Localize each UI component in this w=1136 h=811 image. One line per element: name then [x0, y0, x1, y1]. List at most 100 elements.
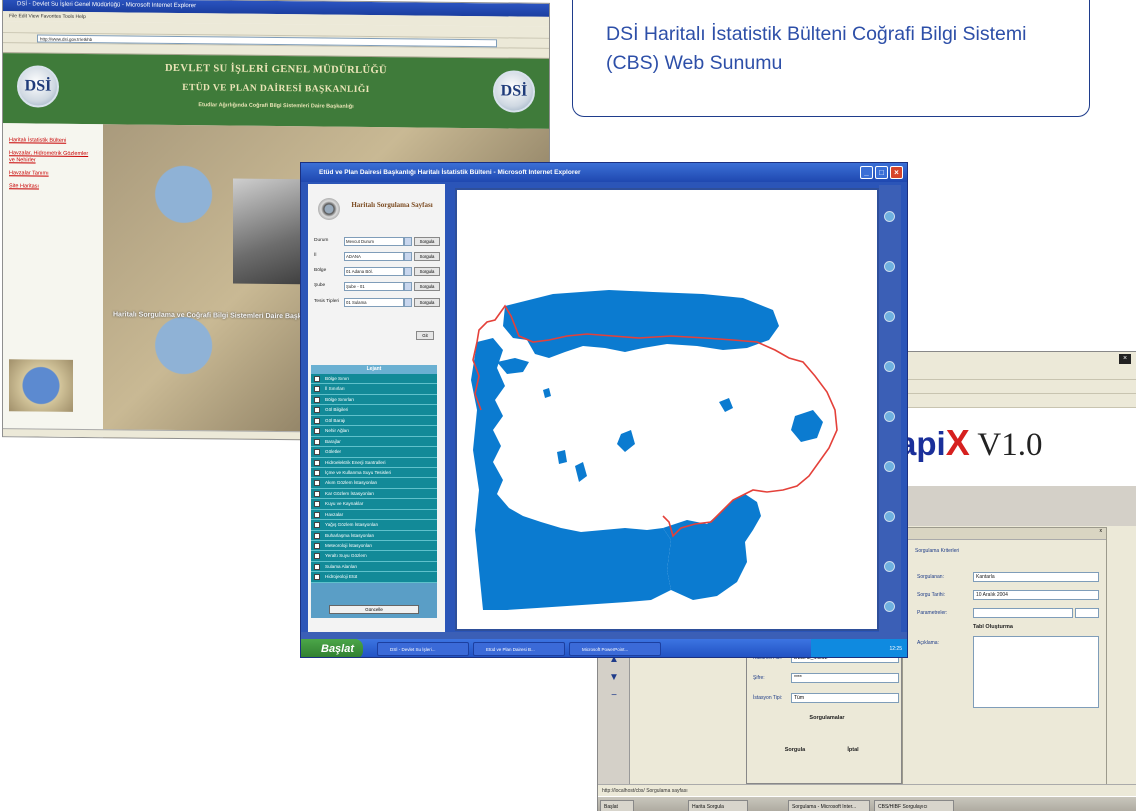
- sidebar-link-2[interactable]: Havzalar Tanımı: [9, 170, 95, 178]
- row-query-button[interactable]: Sorgula: [414, 267, 440, 276]
- legend-checkbox[interactable]: [314, 522, 320, 529]
- map-tool-icon[interactable]: [884, 601, 895, 612]
- map-tool-icon[interactable]: [884, 361, 895, 372]
- taskbar-item-2[interactable]: Microsoft PowerPoint...: [569, 642, 661, 656]
- minimize-icon[interactable]: _: [860, 166, 873, 179]
- sidebar-link-0[interactable]: Haritalı İstatistik Bülteni: [9, 137, 95, 145]
- legend-checkbox[interactable]: [314, 428, 320, 435]
- legend-item[interactable]: Meteoroloji İstasyonları: [311, 541, 437, 552]
- legend-item[interactable]: Göl Bilgileri: [311, 405, 437, 416]
- legend-item[interactable]: Hidroelektrik Enerji Santralleri: [311, 457, 437, 468]
- row-query-button[interactable]: Sorgula: [414, 252, 440, 261]
- dropdown-icon[interactable]: [404, 237, 412, 246]
- dropdown-icon[interactable]: [404, 267, 412, 276]
- legend-checkbox[interactable]: [314, 376, 320, 382]
- map-frame[interactable]: [455, 188, 879, 631]
- map-tool-icon[interactable]: [884, 411, 895, 422]
- query-button[interactable]: Sorgula: [773, 743, 817, 757]
- map-tool-icon[interactable]: [884, 261, 895, 272]
- form-param-button[interactable]: [1075, 608, 1099, 618]
- map-tool-icon[interactable]: [884, 311, 895, 322]
- sidebar-link-3[interactable]: Site Haritası: [9, 183, 95, 191]
- legend-checkbox[interactable]: [314, 480, 320, 487]
- legend-item[interactable]: Akım Gözlem İstasyonları: [311, 478, 437, 489]
- legend-item-label: Akım Gözlem İstasyonları: [325, 480, 378, 486]
- legend-checkbox[interactable]: [314, 543, 320, 549]
- legend-item[interactable]: Barajlar: [311, 436, 437, 448]
- globe-thumbnail[interactable]: [9, 359, 73, 412]
- pan-down-icon[interactable]: ▼: [606, 672, 622, 684]
- login-field-3[interactable]: Tüm: [791, 693, 899, 703]
- legend-checkbox[interactable]: [314, 553, 320, 560]
- legend-checkbox[interactable]: [314, 449, 320, 456]
- maximize-icon[interactable]: □: [875, 166, 888, 179]
- dropdown-icon[interactable]: [404, 298, 412, 307]
- close-icon[interactable]: ×: [1119, 354, 1131, 364]
- cancel-button[interactable]: İptal: [831, 743, 875, 757]
- form-textarea[interactable]: [973, 636, 1099, 708]
- legend-item[interactable]: Hidrojeoloji Etüt: [311, 572, 437, 583]
- dropdown-icon[interactable]: [404, 252, 412, 261]
- legend-item[interactable]: Göletler: [311, 447, 437, 458]
- row-select[interactable]: 01 Sulama: [344, 298, 404, 307]
- taskbar-item-0[interactable]: DSİ - Devlet Su İşleri...: [377, 642, 469, 656]
- login-field-2[interactable]: ****: [791, 673, 899, 683]
- legend-checkbox[interactable]: [314, 490, 320, 497]
- legend-checkbox[interactable]: [314, 563, 320, 570]
- row-select[interactable]: ADANA: [344, 252, 404, 261]
- dropdown-icon[interactable]: [404, 282, 412, 291]
- start-button[interactable]: Başlat: [301, 639, 363, 657]
- sorgulamalar-link[interactable]: Sorgulamalar: [797, 711, 857, 725]
- legend-checkbox[interactable]: [314, 438, 320, 445]
- form-field-3[interactable]: [973, 608, 1073, 618]
- map-tool-icon[interactable]: [884, 561, 895, 572]
- login-label-3: İstasyon Tipi:: [753, 695, 783, 701]
- turkey-map[interactable]: [457, 190, 877, 629]
- row-query-button[interactable]: Sorgula: [414, 237, 440, 246]
- legend-item[interactable]: Yeraltı Suyu Gözlem: [311, 551, 437, 562]
- form-date-select[interactable]: 10 Aralık 2004: [973, 590, 1099, 600]
- legend-checkbox[interactable]: [314, 459, 320, 466]
- legend-checkbox[interactable]: [314, 469, 320, 476]
- legend-item[interactable]: İl Sınırları: [311, 384, 437, 395]
- legend-checkbox[interactable]: [314, 417, 320, 424]
- legend-checkbox[interactable]: [314, 511, 320, 518]
- zoom-out-icon[interactable]: −: [606, 690, 622, 702]
- legend-checkbox[interactable]: [314, 532, 320, 539]
- legend-checkbox[interactable]: [314, 396, 320, 403]
- legend-item[interactable]: Nehir Ağları: [311, 426, 437, 437]
- row-select[interactable]: Şube - 01: [344, 282, 404, 291]
- row-query-button[interactable]: Sorgula: [414, 298, 440, 307]
- legend-checkbox[interactable]: [314, 574, 320, 581]
- marmara-sea: [497, 358, 529, 374]
- form-field-1[interactable]: Kantarla: [973, 572, 1099, 582]
- row-query-button[interactable]: Sorgula: [414, 282, 440, 291]
- legend-item[interactable]: Havzalar: [311, 509, 437, 521]
- app-task-2[interactable]: Sorgulama - Microsoft Inter...: [788, 800, 870, 811]
- taskbar-item-1[interactable]: Etüd ve Plan Dairesi B...: [473, 642, 565, 656]
- legend-item[interactable]: Bölge Sınırları: [311, 394, 437, 406]
- app-start-button[interactable]: Başlat: [600, 800, 634, 811]
- legend-item[interactable]: İçme ve Kullanma Suyu Tesisleri: [311, 467, 437, 479]
- map-tool-icon[interactable]: [884, 461, 895, 472]
- legend-checkbox[interactable]: [314, 501, 320, 508]
- legend-item[interactable]: Göl Barajı: [311, 415, 437, 427]
- legend-checkbox[interactable]: [314, 386, 320, 393]
- go-button[interactable]: Git: [416, 331, 434, 340]
- map-tool-icon[interactable]: [884, 511, 895, 522]
- legend-item[interactable]: Kuyu ve Kaynaklar: [311, 499, 437, 510]
- map-tool-icon[interactable]: [884, 211, 895, 222]
- legend-checkbox[interactable]: [314, 407, 320, 414]
- legend-item[interactable]: Yağış Gözlem İstasyonları: [311, 520, 437, 531]
- legend-update-button[interactable]: Güncelle: [329, 605, 419, 614]
- app-task-1[interactable]: Harita Sorgula: [688, 800, 748, 811]
- close-icon[interactable]: ×: [890, 166, 903, 179]
- app-task-3[interactable]: CBS/HIBF Sorgulayıcı: [874, 800, 954, 811]
- legend-item[interactable]: Sulama Alanları: [311, 561, 437, 573]
- row-select[interactable]: Mevcut Durum: [344, 237, 404, 246]
- legend-item[interactable]: Buharlaşma İstasyonları: [311, 530, 437, 541]
- legend-item[interactable]: Kar Gözlem İstasyonları: [311, 488, 437, 500]
- sidebar-link-1[interactable]: Havzalar, Hidrometrik Gözlemler ve Nehir…: [9, 150, 95, 165]
- row-select[interactable]: 01 Adana Böl.: [344, 267, 404, 276]
- legend-item[interactable]: Bölge Sınırı: [311, 374, 437, 385]
